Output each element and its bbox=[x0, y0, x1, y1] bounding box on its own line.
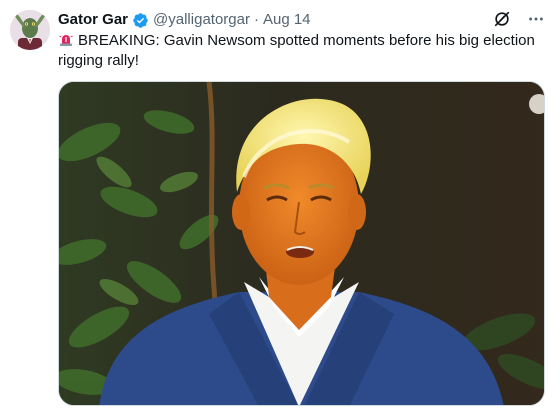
tweet-image[interactable] bbox=[58, 81, 545, 406]
grok-icon[interactable] bbox=[492, 9, 512, 29]
more-options-icon[interactable] bbox=[526, 9, 546, 29]
author-name[interactable]: Gator Gar bbox=[58, 10, 128, 30]
header-actions bbox=[492, 9, 546, 29]
author-avatar[interactable] bbox=[10, 10, 50, 50]
siren-icon bbox=[58, 31, 74, 47]
tweet-text: BREAKING: Gavin Newsom spotted moments b… bbox=[58, 31, 548, 71]
author-handle[interactable]: @yalligatorgar bbox=[153, 10, 250, 30]
photo-man-orange-face bbox=[59, 82, 544, 405]
verified-badge-icon[interactable] bbox=[132, 12, 149, 29]
tweet: Gator Gar @yalligatorgar · Aug 14 BREAKI… bbox=[0, 0, 560, 416]
post-date[interactable]: Aug 14 bbox=[263, 10, 311, 30]
separator-dot: · bbox=[253, 11, 259, 28]
tweet-header: Gator Gar @yalligatorgar · Aug 14 bbox=[58, 10, 311, 30]
tweet-body: BREAKING: Gavin Newsom spotted moments b… bbox=[58, 32, 535, 69]
alligator-avatar-icon bbox=[10, 10, 50, 50]
